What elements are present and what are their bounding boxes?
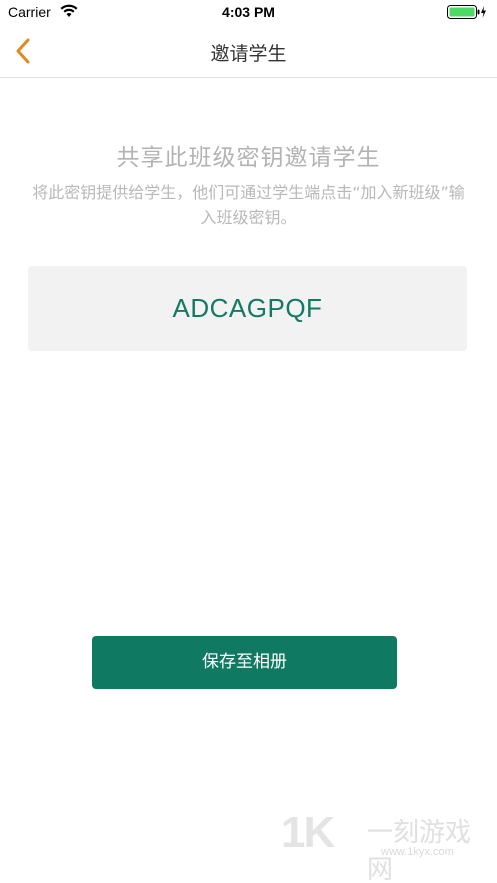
navigation-bar: 邀请学生 bbox=[0, 26, 497, 78]
clock: 4:03 PM bbox=[222, 4, 275, 20]
class-key-box: ADCAGPQF bbox=[28, 266, 467, 351]
save-to-album-button[interactable]: 保存至相册 bbox=[92, 636, 397, 689]
class-key-value: ADCAGPQF bbox=[172, 293, 323, 323]
watermark-url: www.1kyx.com bbox=[381, 846, 454, 858]
watermark-logo-mark: 1K bbox=[281, 808, 335, 857]
page-title: 邀请学生 bbox=[210, 43, 287, 65]
invite-description: 将此密钥提供给学生，他们可通过学生端点击“加入新班级”输入班级密钥。 bbox=[32, 183, 465, 227]
watermark-logo: 1K 一刻游戏网 www.1kyx.com bbox=[281, 808, 491, 883]
status-bar: Carrier 4:03 PM bbox=[0, 0, 497, 26]
battery-icon bbox=[447, 5, 486, 19]
invite-headline: 共享此班级密钥邀请学生 bbox=[116, 145, 381, 171]
